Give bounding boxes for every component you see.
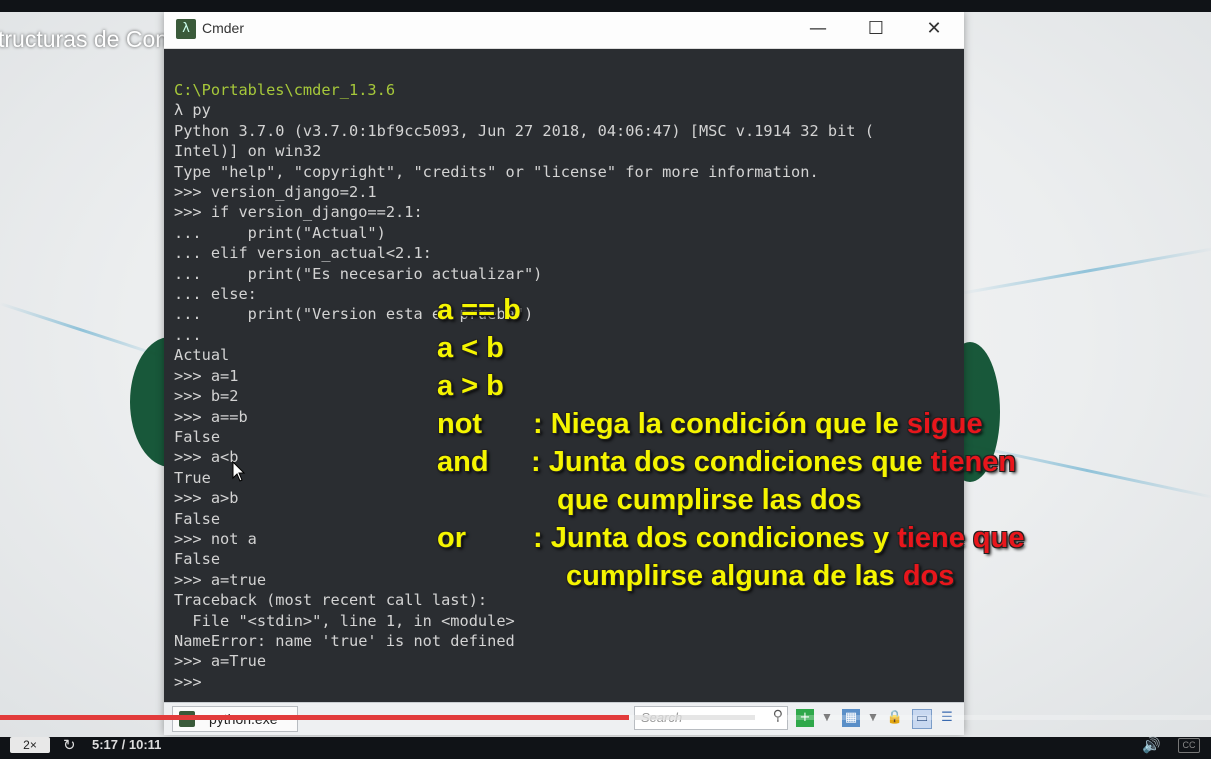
cmder-app-icon: λ [176, 19, 196, 39]
cmder-window: λ Cmder — ☐ ✕ C:\Portables\cmder_1.3.6 λ… [164, 12, 964, 735]
current-path: C:\Portables\cmder_1.3.6 [174, 81, 396, 99]
window-title: Cmder [202, 20, 245, 36]
video-progress-bar[interactable] [0, 715, 1211, 720]
replay-icon[interactable]: ↻ [63, 737, 76, 753]
volume-icon[interactable]: 🔊 [1142, 737, 1161, 753]
captions-button[interactable]: CC [1178, 738, 1200, 753]
terminal-output[interactable]: C:\Portables\cmder_1.3.6 λ py Python 3.7… [174, 80, 874, 692]
window-titlebar[interactable]: λ Cmder — ☐ ✕ [164, 12, 964, 49]
minimize-button[interactable]: — [789, 12, 847, 48]
maximize-button[interactable]: ☐ [847, 12, 905, 48]
background-line [959, 442, 1211, 500]
video-progress-fill [0, 715, 629, 720]
video-time: 5:17 / 10:11 [92, 737, 162, 752]
player-controls: 2× ↻ 5:17 / 10:11 🔊 CC [0, 737, 1211, 759]
close-button[interactable]: ✕ [905, 12, 963, 48]
terminal-text: λ py Python 3.7.0 (v3.7.0:1bf9cc5093, Ju… [174, 101, 874, 691]
video-frame: tructuras de Control λ Cmder — ☐ ✕ C:\Po… [0, 12, 1211, 737]
background-line [959, 246, 1211, 295]
background-line [0, 302, 163, 358]
playback-speed-button[interactable]: 2× [10, 737, 50, 753]
mouse-cursor-icon [232, 461, 246, 482]
video-buffer-bar [635, 715, 755, 720]
